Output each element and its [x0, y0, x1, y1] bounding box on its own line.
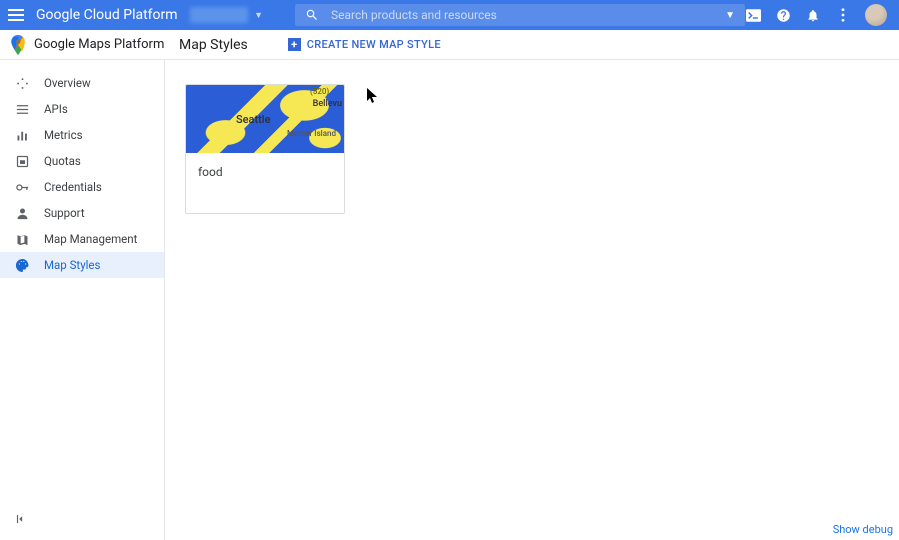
map-management-icon	[14, 231, 30, 247]
platform-brand: Google Maps Platform	[0, 35, 165, 55]
more-icon[interactable]	[835, 7, 851, 23]
sidebar-item-apis[interactable]: APIs	[0, 96, 164, 122]
top-bar: Google Cloud Platform ▼ ▼	[0, 0, 899, 30]
sidebar-item-metrics[interactable]: Metrics	[0, 122, 164, 148]
sidebar-item-label: Metrics	[44, 128, 83, 142]
top-right-icons	[745, 4, 891, 26]
map-style-name: food	[198, 165, 332, 179]
map-styles-icon	[14, 257, 30, 273]
body: Overview APIs Metrics Quotas Credentials	[0, 60, 899, 540]
project-selector[interactable]	[190, 7, 249, 23]
search-container: ▼	[295, 4, 745, 26]
create-map-style-button[interactable]: + CREATE NEW MAP STYLE	[288, 38, 441, 51]
sidebar-item-credentials[interactable]: Credentials	[0, 174, 164, 200]
map-style-card-body: food	[186, 153, 344, 213]
map-style-thumbnail: Seattle Bellevu Mercer Island (520)	[186, 85, 344, 153]
help-icon[interactable]	[775, 7, 791, 23]
thumb-label-route: (520)	[310, 87, 329, 96]
metrics-icon	[14, 127, 30, 143]
search-icon	[305, 8, 319, 22]
avatar[interactable]	[865, 4, 887, 26]
credentials-icon	[14, 179, 30, 195]
gcp-title: Google Cloud Platform	[36, 7, 178, 23]
map-style-card[interactable]: Seattle Bellevu Mercer Island (520) food	[185, 84, 345, 214]
thumb-label-seattle: Seattle	[236, 113, 271, 126]
sidebar-item-quotas[interactable]: Quotas	[0, 148, 164, 174]
sidebar: Overview APIs Metrics Quotas Credentials	[0, 60, 165, 540]
content-area: Seattle Bellevu Mercer Island (520) food…	[165, 60, 899, 540]
sidebar-item-label: Quotas	[44, 154, 81, 168]
plus-icon: +	[288, 38, 301, 51]
sidebar-item-map-management[interactable]: Map Management	[0, 226, 164, 252]
create-label: CREATE NEW MAP STYLE	[307, 38, 441, 51]
platform-title: Google Maps Platform	[34, 37, 164, 52]
overview-icon	[14, 75, 30, 91]
sidebar-item-map-styles[interactable]: Map Styles	[0, 252, 164, 278]
sub-header: Google Maps Platform Map Styles + CREATE…	[0, 30, 899, 60]
maps-pin-icon	[10, 35, 26, 55]
sidebar-item-label: Map Management	[44, 232, 137, 246]
sidebar-item-label: Map Styles	[44, 258, 100, 272]
support-icon	[14, 205, 30, 221]
chevron-down-icon[interactable]: ▼	[254, 10, 263, 21]
sidebar-item-label: Overview	[44, 76, 91, 90]
thumb-label-bellevue: Bellevu	[313, 99, 342, 109]
page-title: Map Styles	[179, 37, 248, 53]
notifications-icon[interactable]	[805, 7, 821, 23]
chevron-down-icon[interactable]: ▼	[725, 10, 735, 21]
menu-icon[interactable]	[8, 3, 24, 27]
thumb-label-mercer: Mercer Island	[287, 129, 336, 138]
cursor-icon	[367, 88, 379, 104]
sidebar-item-label: APIs	[44, 102, 68, 116]
quotas-icon	[14, 153, 30, 169]
sidebar-item-label: Credentials	[44, 180, 102, 194]
sidebar-item-support[interactable]: Support	[0, 200, 164, 226]
sidebar-item-overview[interactable]: Overview	[0, 70, 164, 96]
collapse-sidebar-icon[interactable]	[14, 511, 28, 530]
apis-icon	[14, 101, 30, 117]
cloud-shell-icon[interactable]	[745, 7, 761, 23]
sidebar-item-label: Support	[44, 206, 85, 220]
search-input[interactable]	[331, 8, 717, 22]
show-debug-link[interactable]: Show debug	[833, 523, 893, 536]
page-header-controls: Map Styles + CREATE NEW MAP STYLE	[165, 37, 441, 53]
